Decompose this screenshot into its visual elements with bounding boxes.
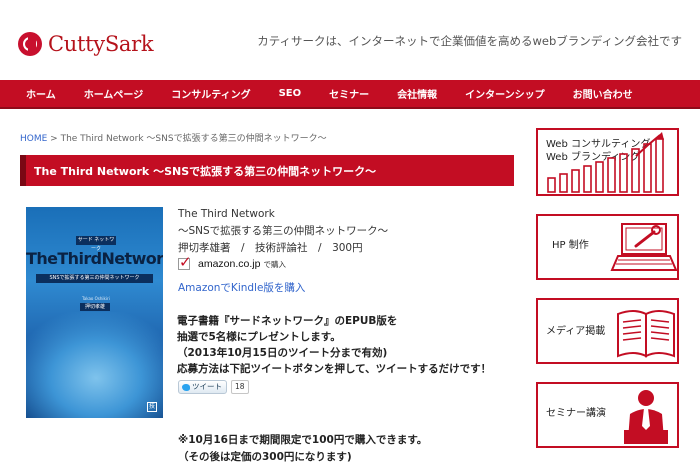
speaker-podium-icon	[624, 390, 668, 444]
promo-line: 抽選で5名様にプレゼントします。	[177, 331, 341, 343]
page-title: The Third Network 〜SNSで拡張する第三の仲間ネットワーク〜	[34, 164, 377, 178]
tweet-count: 18	[231, 380, 249, 394]
breadcrumb-current: The Third Network 〜SNSで拡張する第三の仲間ネットワーク〜	[60, 134, 327, 144]
cover-author: 押切孝雄	[80, 303, 110, 311]
nav-divider	[0, 107, 700, 109]
cover-series-label: サード ネットワーク	[76, 236, 116, 252]
nav-item-home[interactable]: ホーム	[12, 86, 70, 101]
amazon-buy-label: で購入	[263, 259, 286, 269]
book-title: The Third Network	[178, 208, 275, 220]
tweet-widget: ツイート 18	[178, 380, 249, 394]
nav-item-company[interactable]: 会社情報	[383, 86, 451, 101]
sidebar-card-hp-production[interactable]: HP 制作	[536, 214, 679, 280]
price-note: ※10月16日まで期間限定で100円で購入できます。 （その後は定価の300円に…	[178, 432, 427, 466]
bar-chart-icon	[547, 132, 664, 193]
tweet-button-label: ツイート	[192, 382, 222, 391]
nav-item-seminar[interactable]: セミナー	[315, 86, 383, 101]
breadcrumb: HOME > The Third Network 〜SNSで拡張する第三の仲間ネ…	[20, 131, 327, 144]
site-logo[interactable]: CuttySark	[18, 32, 154, 56]
site-header: CuttySark カティサークは、インターネットで企業価値を高めるwebブラン…	[0, 0, 700, 80]
breadcrumb-separator: >	[47, 134, 61, 144]
site-tagline: カティサークは、インターネットで企業価値を高めるwebブランディング会社です	[257, 34, 682, 48]
cover-title: TheThirdNetwork	[26, 249, 163, 268]
amazon-logo: amazon.co.jp	[198, 258, 261, 270]
cover-author-romaji: Takao Oshikiri	[82, 296, 110, 301]
kindle-buy-link[interactable]: AmazonでKindle版を購入	[178, 280, 305, 295]
book-meta: 押切孝雄著 / 技術評論社 / 300円	[178, 242, 363, 254]
sidebar-card-media[interactable]: メディア掲載	[536, 298, 679, 364]
cover-subtitle: SNSで拡張する第三の仲間ネットワーク	[36, 274, 153, 283]
promo-line: 応募方法は下記ツイートボタンを押して、ツイートするだけです！	[177, 363, 492, 375]
tweet-button[interactable]: ツイート	[178, 380, 227, 394]
breadcrumb-home-link[interactable]: HOME	[20, 134, 47, 144]
sidebar-card-seminar[interactable]: セミナー講演	[536, 382, 679, 448]
nav-item-internship[interactable]: インターンシップ	[451, 86, 559, 101]
book-info: The Third Network 〜SNSで拡張する第三の仲間ネットワーク〜 …	[178, 206, 508, 257]
checkmark-icon	[178, 253, 192, 271]
note-line: ※10月16日まで期間限定で100円で購入できます。	[178, 434, 428, 446]
laptop-wrench-icon	[610, 223, 677, 271]
publisher-mark-icon: 技	[147, 402, 157, 412]
twitter-bird-icon	[182, 383, 190, 391]
main-nav: ホーム ホームページ コンサルティング SEO セミナー 会社情報 インターンシ…	[0, 80, 700, 107]
sidebar-card-web-consulting[interactable]: Web コンサルティング Web ブランディング	[536, 128, 679, 196]
open-book-icon	[617, 310, 675, 358]
book-cover[interactable]: サード ネットワーク TheThirdNetwork SNSで拡張する第三の仲間…	[26, 207, 163, 418]
nav-item-homepage[interactable]: ホームページ	[70, 86, 158, 101]
promo-line: （2013年10月15日のツイート分まで有効)	[177, 347, 388, 359]
nav-item-seo[interactable]: SEO	[265, 88, 316, 99]
nav-item-contact[interactable]: お問い合わせ	[559, 86, 647, 101]
promo-line: 電子書籍『サードネットワーク』のEPUB版を	[177, 315, 398, 327]
page-title-bar: The Third Network 〜SNSで拡張する第三の仲間ネットワーク〜	[20, 155, 514, 186]
brand-name: CuttySark	[48, 32, 154, 56]
cover-globe-graphic	[26, 312, 163, 418]
nav-item-consulting[interactable]: コンサルティング	[157, 86, 264, 101]
promo-text: 電子書籍『サードネットワーク』のEPUB版を 抽選で5名様にプレゼントします。 …	[177, 313, 491, 377]
note-line: （その後は定価の300円になります)	[178, 451, 352, 463]
book-subtitle: 〜SNSで拡張する第三の仲間ネットワーク〜	[178, 225, 389, 237]
amazon-buy-link[interactable]: amazon.co.jp で購入	[178, 253, 286, 271]
logo-mark-icon	[18, 32, 42, 56]
